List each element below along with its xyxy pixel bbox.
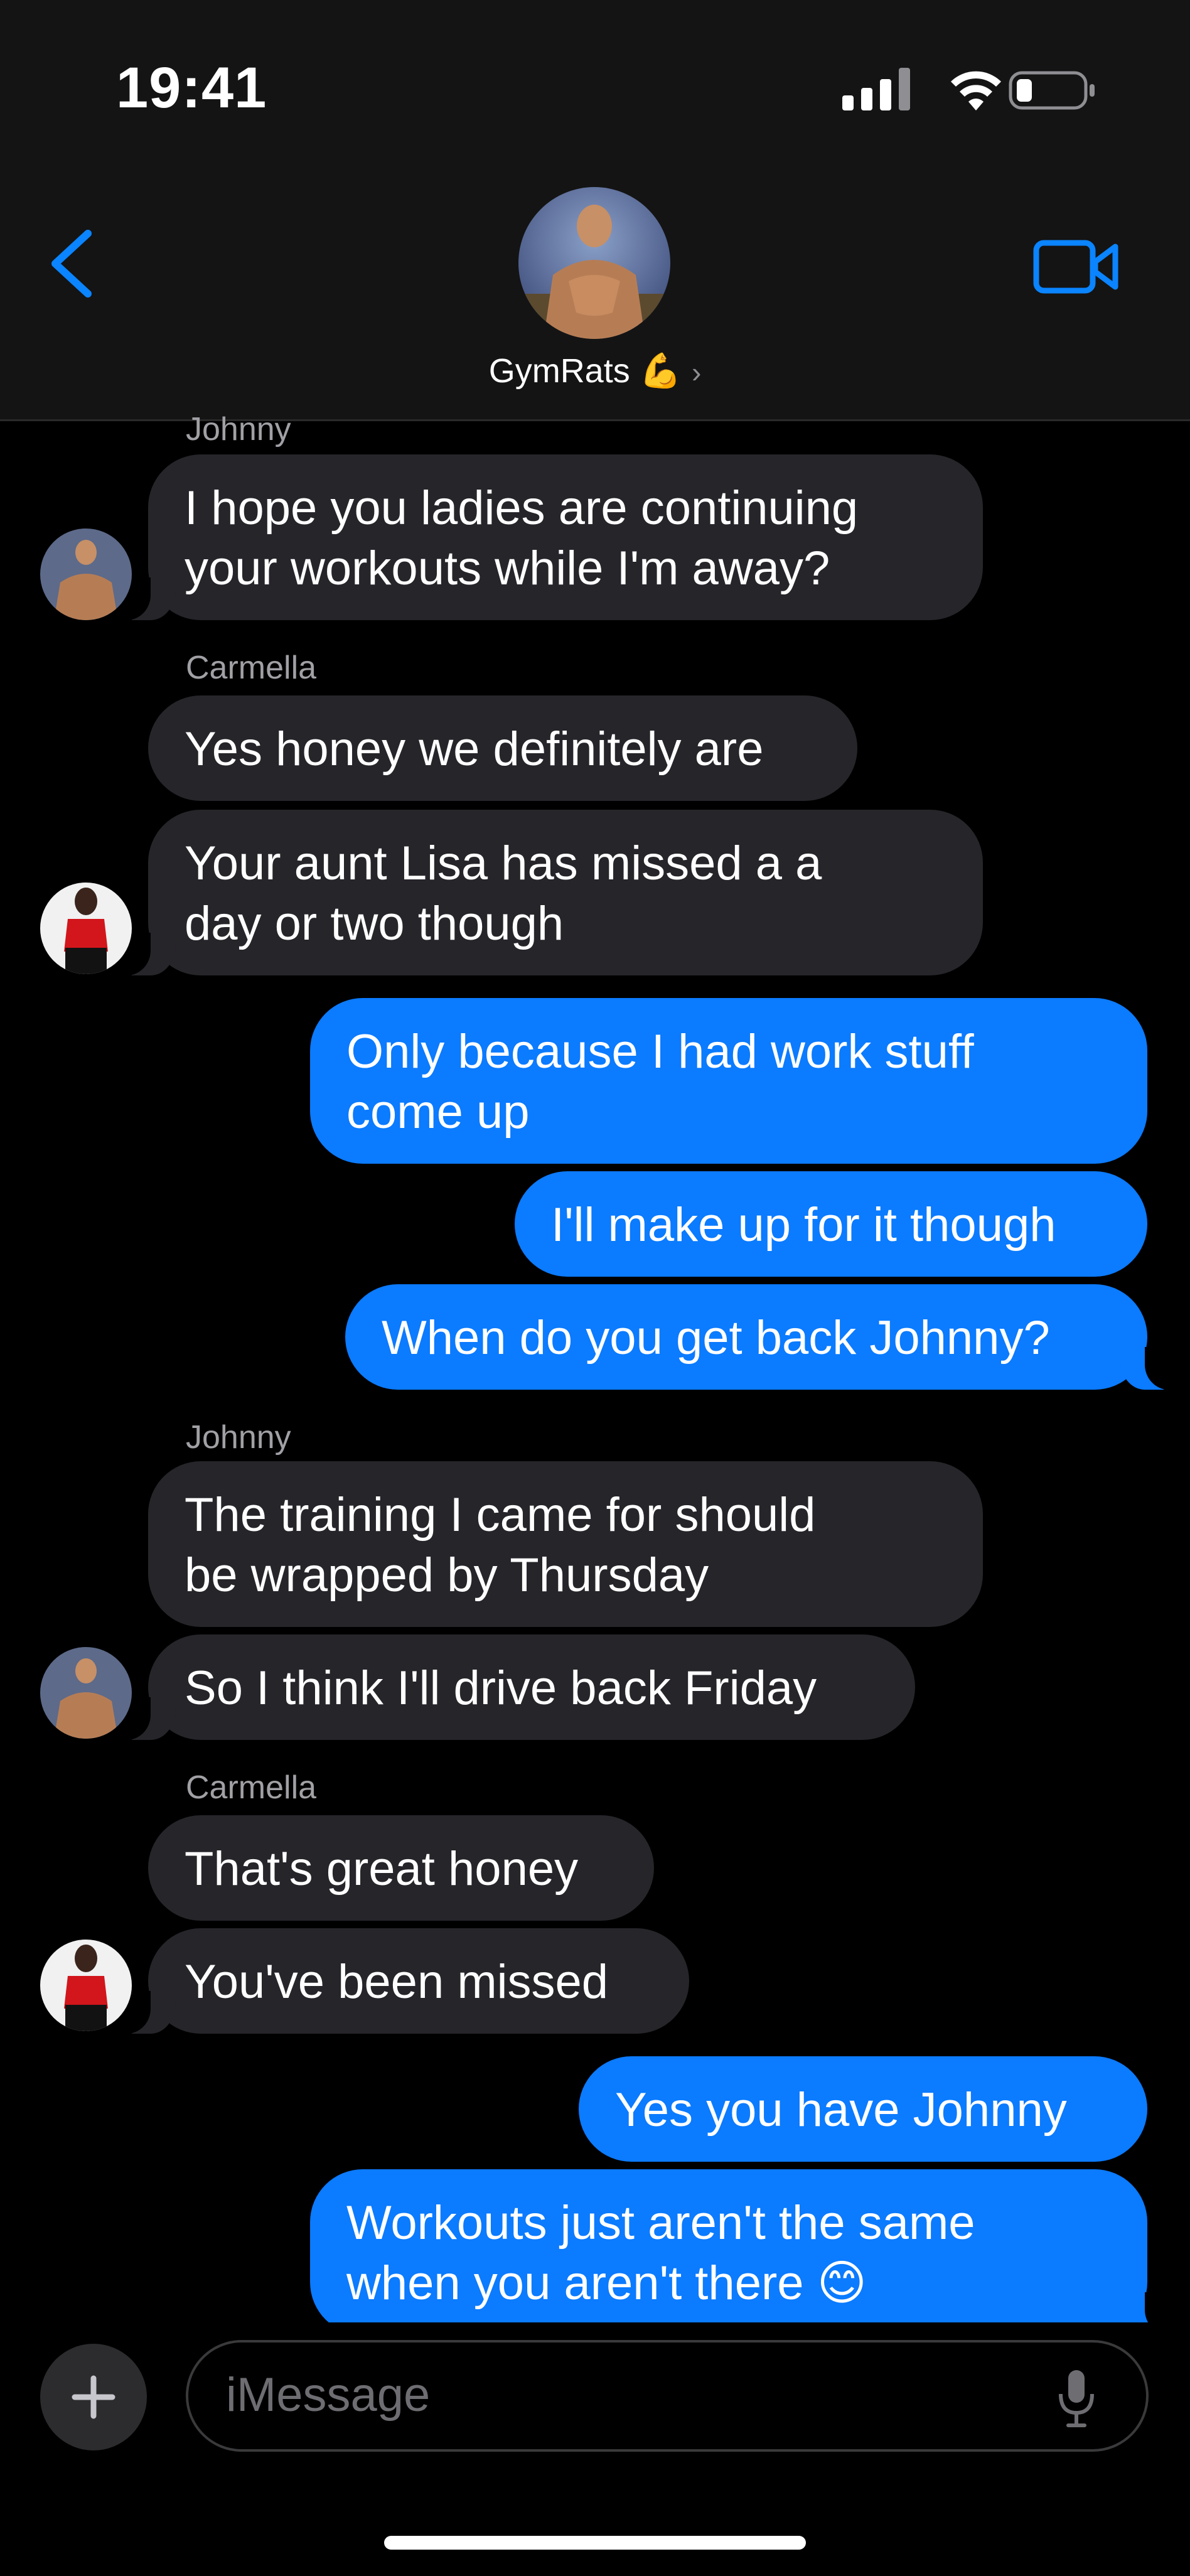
message-bubble-incoming[interactable]: The training I came for should be wrappe… — [148, 1461, 983, 1627]
home-indicator[interactable] — [384, 2536, 806, 2550]
sender-name: Carmella — [186, 1769, 317, 1806]
sender-name: Johnny — [186, 411, 291, 448]
battery-icon — [1009, 71, 1095, 110]
microphone-icon[interactable] — [1054, 2366, 1098, 2429]
status-icons — [842, 68, 1095, 110]
status-time: 19:41 — [116, 56, 267, 120]
sender-name: Carmella — [186, 650, 317, 686]
johnny-avatar[interactable] — [40, 1647, 132, 1739]
message-bubble-incoming[interactable]: That's great honey — [148, 1815, 654, 1921]
message-bubble-incoming[interactable]: So I think I'll drive back Friday — [113, 1634, 915, 1740]
message-bubble-outgoing[interactable]: When do you get back Johnny? — [345, 1284, 1182, 1390]
message-bubble-outgoing[interactable]: Workouts just aren't the same when you a… — [310, 2169, 1182, 2335]
message-input-placeholder: iMessage — [226, 2368, 431, 2422]
group-title[interactable]: GymRats 💪 › — [0, 352, 1190, 391]
chevron-right-icon: › — [691, 356, 702, 389]
message-bubble-incoming[interactable]: I hope you ladies are continuing your wo… — [113, 454, 983, 620]
message-bubble-incoming[interactable]: You've been missed — [113, 1928, 689, 2034]
sender-name: Johnny — [186, 1419, 291, 1456]
message-bubble-outgoing[interactable]: Yes you have Johnny — [579, 2056, 1147, 2162]
cellular-signal-icon — [842, 68, 910, 110]
back-chevron-icon[interactable] — [44, 226, 100, 301]
carmella-avatar[interactable] — [40, 1940, 132, 2031]
group-avatar[interactable] — [518, 187, 670, 339]
video-call-icon[interactable] — [1032, 235, 1120, 298]
message-bubble-outgoing[interactable]: I'll make up for it though — [515, 1171, 1147, 1277]
apps-plus-button[interactable] — [40, 2344, 147, 2450]
johnny-avatar[interactable] — [40, 529, 132, 620]
wifi-icon — [951, 71, 1001, 110]
message-bubble-outgoing[interactable]: Only because I had work stuff come up — [310, 998, 1147, 1164]
plus-icon — [72, 2375, 115, 2419]
group-name: GymRats 💪 — [488, 352, 682, 390]
carmella-avatar[interactable] — [40, 883, 132, 974]
message-bubble-incoming[interactable]: Your aunt Lisa has missed a a day or two… — [113, 810, 983, 975]
message-bubble-incoming[interactable]: Yes honey we definitely are — [148, 695, 857, 801]
